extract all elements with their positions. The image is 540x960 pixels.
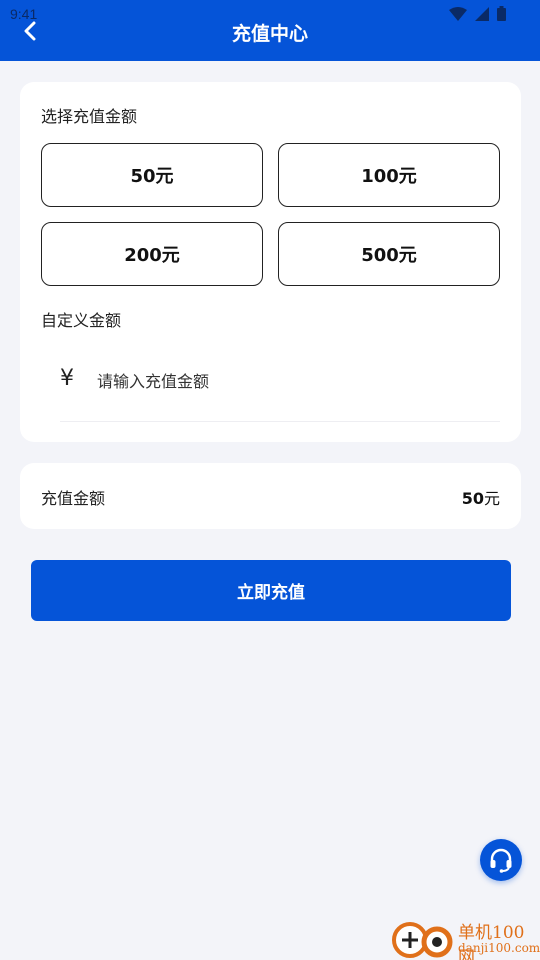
total-unit: 元 [483, 489, 500, 508]
select-amount-label: 选择充值金额 [41, 107, 138, 126]
custom-amount-input[interactable] [97, 368, 477, 394]
recharge-now-button[interactable]: 立即充值 [31, 560, 511, 621]
total-value: 50元 [462, 485, 500, 509]
amount-option-100[interactable]: 100元 [278, 143, 500, 207]
watermark: 单机100网 danji100.com [390, 916, 540, 960]
total-amount: 50 [461, 489, 484, 508]
total-card: 充值金额 50元 [20, 463, 521, 529]
amount-card: 选择充值金额 50元 100元 200元 500元 自定义金额 ¥ [20, 82, 521, 442]
amount-option-500[interactable]: 500元 [278, 222, 500, 286]
custom-amount-row: ¥ [60, 364, 500, 422]
page-title: 充值中心 [231, 23, 308, 45]
amount-option-50[interactable]: 50元 [41, 143, 263, 207]
customer-service-button[interactable] [480, 839, 522, 881]
amount-option-200[interactable]: 200元 [41, 222, 263, 286]
app-header: 9:41 充值中心 [0, 0, 540, 61]
watermark-logo-icon [392, 922, 453, 958]
watermark-url: danji100.com [458, 941, 540, 955]
custom-amount-label: 自定义金额 [41, 311, 122, 330]
yen-icon: ¥ [60, 366, 74, 391]
total-label: 充值金额 [41, 489, 106, 508]
headset-icon [490, 848, 512, 873]
